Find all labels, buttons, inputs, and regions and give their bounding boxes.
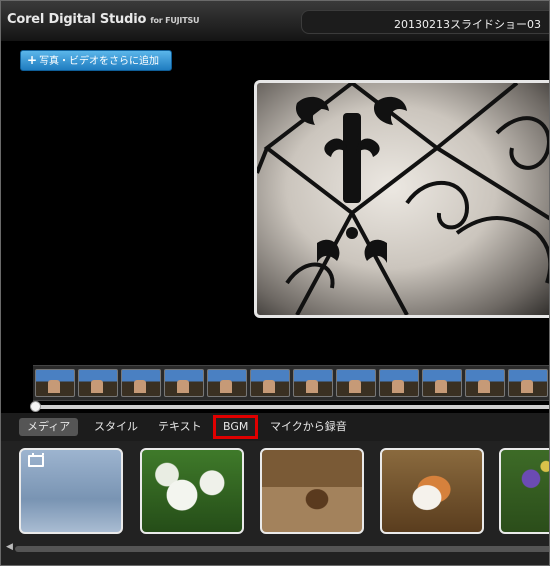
plus-icon: + [27,53,38,67]
tab-media[interactable]: メディア [19,418,79,436]
timeline-thumbnail[interactable] [336,369,376,397]
tab-style[interactable]: スタイル [94,418,138,436]
media-item-video-sky[interactable] [19,448,123,534]
timeline-thumbnail[interactable] [379,369,419,397]
preview-image [257,83,549,315]
add-media-button[interactable]: + 写真・ビデオをさらに追加 [20,50,172,71]
project-title-field[interactable]: 20130213スライドショー03 [301,10,549,34]
tab-bar: メディア スタイル テキスト BGM マイクから録音 [1,413,549,441]
timeline-thumbnail[interactable] [164,369,204,397]
timeline-thumbnail[interactable] [121,369,161,397]
brand-sub: for FUJITSU [150,16,200,25]
timeline-thumbnail[interactable] [250,369,290,397]
timeline-thumbnail[interactable] [78,369,118,397]
add-media-label: 写真・ビデオをさらに追加 [39,56,160,67]
media-item-pinecone[interactable] [260,448,364,534]
timeline-thumbnail[interactable] [35,369,75,397]
slide-preview [254,80,549,318]
app-brand: Corel Digital Studio for FUJITSU [7,12,200,27]
app-header: Corel Digital Studio for FUJITSU 20130213… [1,1,549,41]
tab-mic-record[interactable]: マイクから録音 [270,418,347,436]
project-title: 20130213スライドショー03 [394,18,541,31]
media-item-violets[interactable] [499,448,549,534]
timeline-strip[interactable] [33,365,549,401]
timeline-thumbnail[interactable] [422,369,462,397]
brand-name: Corel Digital Studio [7,12,147,27]
timeline-thumbnail[interactable] [465,369,505,397]
playhead-handle[interactable] [30,401,41,412]
media-item-white-flowers[interactable] [140,448,244,534]
media-scrollbar[interactable] [15,546,549,552]
timeline-thumbnail[interactable] [207,369,247,397]
tab-text[interactable]: テキスト [158,418,202,436]
media-item-cat[interactable] [380,448,484,534]
film-icon [28,453,44,467]
timeline-thumbnail[interactable] [293,369,333,397]
timeline-track[interactable] [33,405,549,409]
app-window: Corel Digital Studio for FUJITSU 20130213… [0,0,550,566]
timeline-thumbnail[interactable] [508,369,548,397]
tab-bgm[interactable]: BGM [213,415,259,439]
arrow-left-icon[interactable]: ◀ [6,542,13,552]
